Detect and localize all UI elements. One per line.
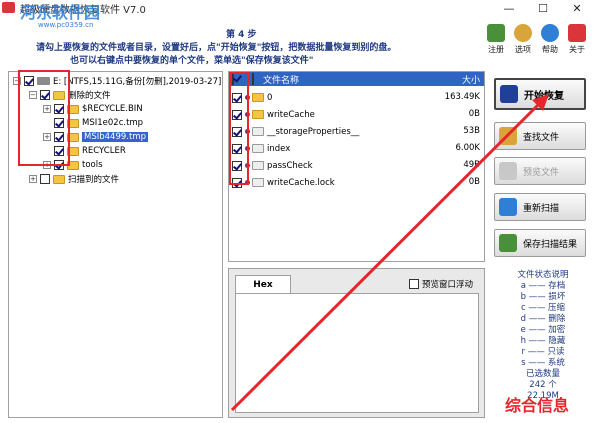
float-preview-label: 预览窗口浮动 [422, 280, 474, 290]
preview-file-button[interactable]: 预览文件 [494, 157, 586, 185]
hex-view[interactable] [235, 293, 479, 413]
plus-icon [499, 198, 517, 216]
instruction-line-1: 请勾上要恢复的文件或者目录，设置好后，点"开始恢复"按钮，把数据批量恢复到别的盘… [36, 43, 397, 53]
watermark-site: 河东软件园 [20, 3, 101, 22]
column-header-name[interactable]: 文件名称 [263, 73, 299, 86]
save-icon [499, 234, 517, 252]
legend-title: 文件状态说明 [517, 270, 569, 280]
float-preview-toggle[interactable]: 预览窗口浮动 [409, 278, 473, 290]
file-icon [252, 144, 264, 153]
about-label: 关于 [569, 45, 585, 54]
table-row[interactable]: 0 163.49K [229, 89, 484, 106]
file-icon [252, 93, 264, 102]
file-list[interactable]: 文件名称 大小 0 163.49K writeCache 0B __storag… [228, 71, 485, 262]
tree-item-label: E: [NTFS,15.11G,备份[勿删],2019-03-27] [53, 77, 222, 87]
tab-hex[interactable]: Hex [235, 275, 291, 293]
file-size: 0B [468, 109, 480, 119]
legend-item: a —— 存档 [520, 281, 566, 291]
legend-item: s —— 系统 [521, 358, 565, 368]
minimize-button[interactable]: — [492, 0, 526, 16]
recover-icon [500, 85, 518, 103]
file-size: 0B [468, 177, 480, 187]
checkbox[interactable] [40, 174, 50, 184]
file-status-legend: 文件状态说明 a —— 存档 b —— 损坏 c —— 压缩 d —— 删除 e… [500, 270, 586, 402]
start-recovery-button[interactable]: 开始恢复 [494, 78, 586, 110]
file-list-header: 文件名称 大小 [229, 72, 484, 86]
column-header-size[interactable]: 大小 [462, 73, 480, 86]
expand-icon[interactable]: + [29, 175, 37, 183]
help-button[interactable]: 帮助 [536, 24, 564, 55]
selected-count: 242 个 [529, 380, 557, 390]
watermark-brand: 综合信息 [505, 396, 570, 415]
options-button[interactable]: 选项 [509, 24, 537, 55]
legend-item: e —— 加密 [520, 325, 566, 335]
checkbox[interactable] [409, 279, 419, 289]
rescan-label: 重新扫描 [523, 203, 560, 214]
tree-item-label: RECYCLER [82, 146, 126, 156]
legend-item: b —— 损坏 [520, 292, 566, 302]
help-label: 帮助 [542, 45, 558, 54]
table-row[interactable]: index 6.00K [229, 140, 484, 157]
rescan-button[interactable]: 重新扫描 [494, 193, 586, 221]
tree-item-label: tools [82, 160, 103, 170]
tree-item-scanned[interactable]: + 扫描到的文件 [29, 172, 119, 186]
legend-item: h —— 隐藏 [520, 336, 566, 346]
file-size: 53B [463, 126, 480, 136]
hex-preview-panel: Hex 预览窗口浮动 [228, 268, 485, 418]
maximize-button[interactable]: ☐ [526, 0, 560, 16]
table-row[interactable]: __storageProperties__ 53B [229, 123, 484, 140]
table-row[interactable]: passCheck 49B [229, 157, 484, 174]
app-icon [2, 2, 15, 13]
file-name: index [267, 143, 291, 154]
legend-item: r —— 只读 [521, 347, 565, 357]
tree-item-label: 删除的文件 [68, 91, 111, 101]
instruction-line-2: 也可以右键点中要恢复的单个文件，菜单选"保存恢复该文件" [70, 56, 314, 66]
folder-icon [53, 174, 65, 184]
file-name: passCheck [267, 160, 313, 171]
file-size: 163.49K [444, 92, 480, 102]
file-icon [252, 127, 264, 136]
file-size: 6.00K [455, 143, 481, 153]
options-icon [514, 24, 532, 42]
file-name: writeCache [267, 109, 315, 120]
about-button[interactable]: 关于 [563, 24, 591, 55]
step-heading: 第 4 步 [226, 30, 257, 40]
start-recovery-label: 开始恢复 [524, 90, 564, 102]
legend-item: d —— 删除 [520, 314, 566, 324]
find-file-label: 查找文件 [523, 132, 560, 143]
tree-item-label: MSI1e02c.tmp [82, 118, 144, 128]
close-button[interactable]: ✕ [560, 0, 594, 16]
selected-count-label: 已选数量 [525, 369, 560, 379]
file-icon [252, 110, 264, 119]
register-button[interactable]: 注册 [482, 24, 510, 55]
register-icon [487, 24, 505, 42]
help-icon [541, 24, 559, 42]
table-row[interactable]: writeCache.lock 0B [229, 174, 484, 191]
annotation-highlight-checkboxes [229, 72, 249, 185]
tree-item-label: $RECYCLE.BIN [82, 104, 143, 114]
file-name: 0 [267, 92, 273, 103]
about-icon [568, 24, 586, 42]
tree-item-label: MSIb4499.tmp [82, 132, 148, 142]
file-icon [252, 161, 264, 170]
table-row[interactable]: writeCache 0B [229, 106, 484, 123]
save-scan-result-button[interactable]: 保存扫描结果 [494, 229, 586, 257]
options-label: 选项 [515, 45, 531, 54]
find-file-button[interactable]: 查找文件 [494, 122, 586, 150]
file-name: __storageProperties__ [267, 126, 360, 137]
search-icon [499, 127, 517, 145]
tree-item-label: 扫描到的文件 [68, 175, 120, 185]
file-size: 49B [463, 160, 480, 170]
annotation-highlight-tree [18, 70, 70, 166]
save-scan-result-label: 保存扫描结果 [523, 239, 578, 250]
file-icon [252, 178, 264, 187]
file-name: writeCache.lock [267, 177, 335, 188]
preview-file-label: 预览文件 [523, 167, 560, 178]
legend-item: c —— 压缩 [520, 303, 566, 313]
preview-icon [499, 162, 517, 180]
header-checkbox[interactable] [252, 73, 254, 85]
watermark-url: www.pc0359.cn [38, 21, 94, 29]
register-label: 注册 [488, 45, 504, 54]
